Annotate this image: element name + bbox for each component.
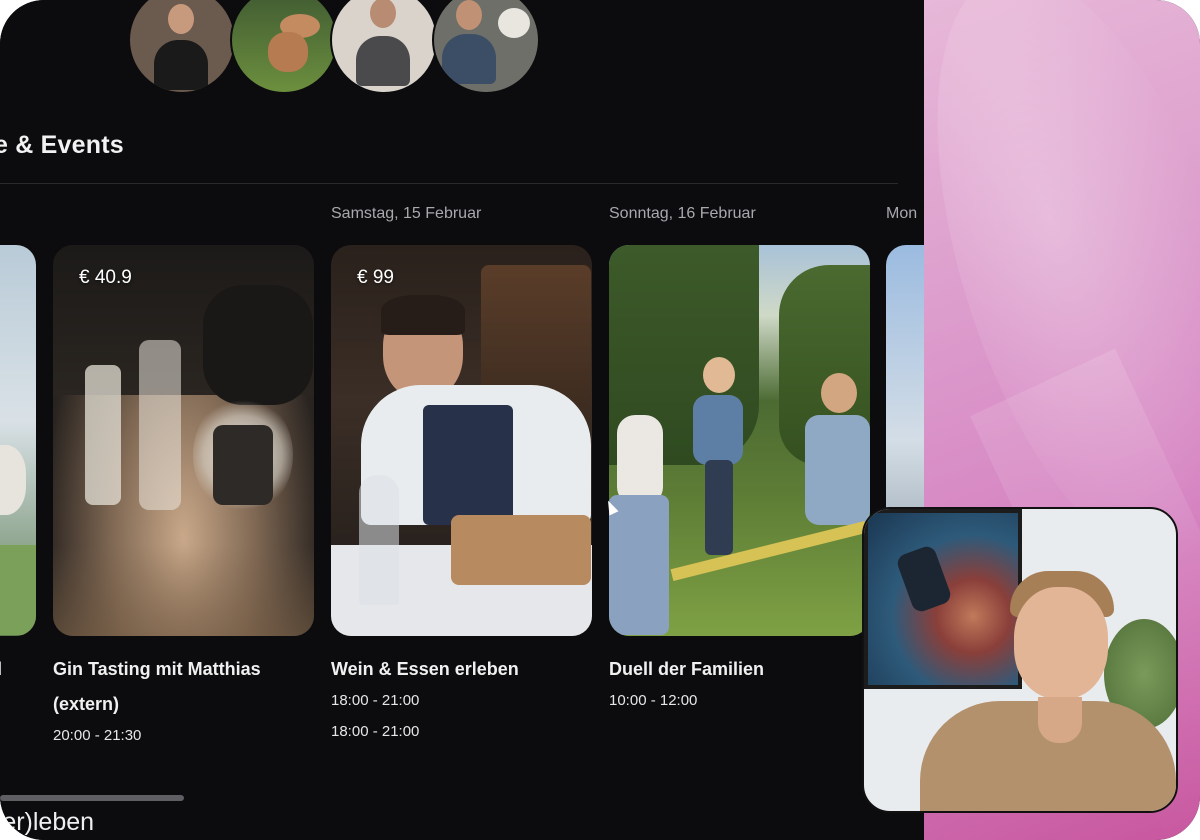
webcam-overlay [862, 507, 1178, 813]
screen-frame: e & Events Samstag, 15 Februar Sonntag, … [0, 0, 1200, 840]
host-avatar-4[interactable] [432, 0, 540, 94]
day-label-sunday: Sonntag, 16 Februar [609, 205, 756, 222]
event-card-gin-tasting[interactable]: € 40.9 [53, 245, 314, 636]
host-avatar-1[interactable] [128, 0, 236, 94]
event-title-partial[interactable]: nd [0, 652, 2, 687]
event-title-line2: (extern) [53, 694, 120, 714]
event-time: 10:00 - 12:00 [609, 692, 698, 709]
host-avatar-3[interactable] [330, 0, 438, 94]
price-badge: € 40.9 [79, 267, 132, 288]
event-title-line1: Gin Tasting mit Matthias [53, 659, 261, 679]
event-time: 18:00 - 21:00 [331, 723, 420, 740]
event-time: 18:00 - 21:00 [331, 692, 420, 709]
host-avatar-2[interactable] [230, 0, 338, 94]
event-title-duell-der-familien[interactable]: Duell der Familien [609, 652, 764, 687]
event-card-wein-essen[interactable]: € 99 [331, 245, 592, 636]
day-label-monday: Mon [886, 205, 918, 222]
next-section-title: (er)leben [0, 808, 95, 836]
event-card-partial-left[interactable] [0, 245, 36, 636]
event-time: 20:00 - 21:30 [53, 727, 142, 744]
section-divider [0, 183, 898, 184]
section-title: e & Events [0, 131, 124, 159]
event-card-duell-der-familien[interactable] [609, 245, 870, 636]
events-app: e & Events Samstag, 15 Februar Sonntag, … [0, 0, 924, 840]
event-title-wein-essen[interactable]: Wein & Essen erleben [331, 652, 519, 687]
event-title-gin-tasting[interactable]: Gin Tasting mit Matthias (extern) [53, 652, 313, 722]
price-badge: € 99 [357, 267, 394, 288]
day-label-saturday: Samstag, 15 Februar [331, 205, 482, 222]
horizontal-scrollbar[interactable] [0, 795, 184, 801]
